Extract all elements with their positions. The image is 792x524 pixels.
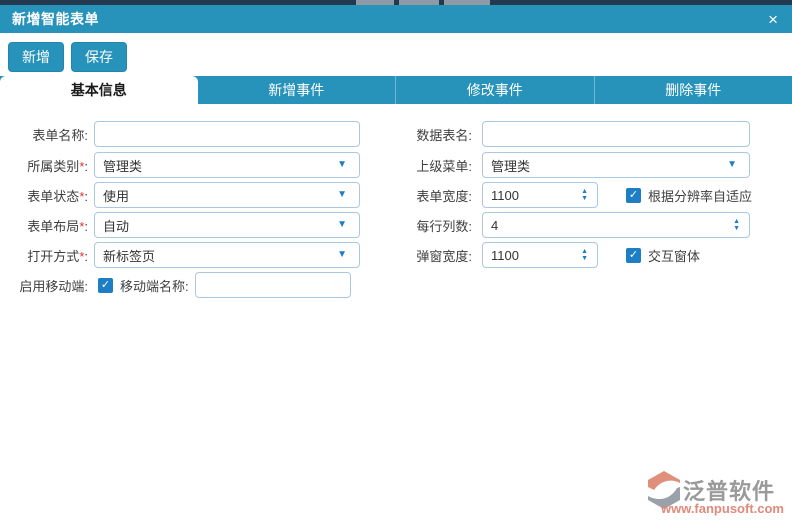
data-table-label: 数据表名: [392,125,472,144]
form-panel: 表单名称: 所属类别*: 管理类 ▼ 表单状态*: 使用 ▼ 表单布局*: 自动… [0,104,792,524]
chevron-down-icon: ▼ [337,160,347,170]
form-name-field: 表单名称: [0,121,360,147]
enable-mobile-label: 启用移动端: [0,276,88,295]
enable-mobile-field: 启用移动端: ✓ 移动端名称: [0,272,351,298]
enable-mobile-checkbox[interactable]: ✓ [98,278,113,293]
spin-up-icon[interactable]: ▲ [581,188,588,195]
form-name-input-wrap [94,121,360,147]
auto-fit-checkbox[interactable]: ✓ [626,188,641,203]
background-page-edge [0,0,792,5]
tab-add-event[interactable]: 新增事件 [198,76,397,104]
auto-fit-label: 根据分辨率自适应 [648,186,752,205]
form-status-field: 表单状态*: 使用 ▼ [0,182,360,208]
parent-menu-field: 上级菜单: 管理类 ▼ [392,152,750,178]
interactive-window-checkbox[interactable]: ✓ [626,248,641,263]
open-mode-select[interactable]: 新标签页 ▼ [94,242,360,268]
cols-per-row-input[interactable] [483,218,727,233]
tab-delete-event[interactable]: 删除事件 [595,76,792,104]
open-mode-label: 打开方式*: [0,246,88,265]
spin-up-icon[interactable]: ▲ [733,218,740,225]
parent-menu-select-value: 管理类 [491,156,530,175]
category-field: 所属类别*: 管理类 ▼ [0,152,360,178]
spinner[interactable]: ▲ ▼ [733,218,740,232]
form-layout-label: 表单布局*: [0,216,88,235]
popup-width-stepper: ▲ ▼ [482,242,598,268]
spin-down-icon[interactable]: ▼ [733,225,740,232]
mobile-name-input[interactable] [196,278,350,293]
form-layout-field: 表单布局*: 自动 ▼ [0,212,360,238]
category-label: 所属类别*: [0,156,88,175]
parent-menu-select[interactable]: 管理类 ▼ [482,152,750,178]
add-button[interactable]: 新增 [8,42,64,72]
cols-per-row-stepper: ▲ ▼ [482,212,750,238]
check-icon: ✓ [101,278,110,293]
background-tab [356,0,394,5]
chevron-down-icon: ▼ [337,190,347,200]
popup-width-label: 弹窗宽度: [392,246,472,265]
check-icon: ✓ [629,248,638,263]
close-icon[interactable]: × [766,9,780,30]
dialog-title: 新增智能表单 [12,9,99,29]
category-select-value: 管理类 [103,156,142,175]
chevron-down-icon: ▼ [337,250,347,260]
mobile-name-label: 移动端名称: [120,276,189,295]
form-status-select-value: 使用 [103,186,129,205]
form-width-label: 表单宽度: [392,186,472,205]
tab-modify-event[interactable]: 修改事件 [396,76,595,104]
cols-per-row-field: 每行列数: ▲ ▼ [392,212,750,238]
data-table-input-wrap [482,121,750,147]
interactive-window-field: ✓ 交互窗体 [626,242,700,268]
toolbar: 新增 保存 [0,33,792,76]
data-table-field: 数据表名: [392,121,750,147]
spinner[interactable]: ▲ ▼ [581,188,588,202]
form-layout-select[interactable]: 自动 ▼ [94,212,360,238]
fanpu-website-url: www.fanpusoft.com [661,501,784,516]
background-tab [444,0,490,5]
check-icon: ✓ [629,188,638,203]
data-table-input[interactable] [483,127,749,142]
form-layout-select-value: 自动 [103,216,129,235]
auto-fit-field: ✓ 根据分辨率自适应 [626,182,752,208]
chevron-down-icon: ▼ [727,160,737,170]
spin-down-icon[interactable]: ▼ [581,195,588,202]
category-select[interactable]: 管理类 ▼ [94,152,360,178]
form-width-field: 表单宽度: ▲ ▼ [392,182,598,208]
form-name-input[interactable] [95,127,359,142]
open-mode-field: 打开方式*: 新标签页 ▼ [0,242,360,268]
background-tab [399,0,439,5]
fanpu-branding: 泛普软件 www.fanpusoft.com [647,470,784,516]
dialog-titlebar: 新增智能表单 × [0,5,792,33]
spin-up-icon[interactable]: ▲ [581,248,588,255]
popup-width-field: 弹窗宽度: ▲ ▼ [392,242,598,268]
tab-basic-info[interactable]: 基本信息 [0,76,198,104]
open-mode-select-value: 新标签页 [103,246,155,265]
interactive-window-label: 交互窗体 [648,246,700,265]
chevron-down-icon: ▼ [337,220,347,230]
form-status-select[interactable]: 使用 ▼ [94,182,360,208]
parent-menu-label: 上级菜单: [392,156,472,175]
popup-width-input[interactable] [483,248,575,263]
spin-down-icon[interactable]: ▼ [581,255,588,262]
form-width-stepper: ▲ ▼ [482,182,598,208]
mobile-name-input-wrap [195,272,351,298]
spinner[interactable]: ▲ ▼ [581,248,588,262]
screen: 新增智能表单 × 新增 保存 基本信息 新增事件 修改事件 删除事件 表单名称:… [0,0,792,524]
cols-per-row-label: 每行列数: [392,216,472,235]
form-width-input[interactable] [483,188,575,203]
form-status-label: 表单状态*: [0,186,88,205]
save-button[interactable]: 保存 [71,42,127,72]
tab-bar: 基本信息 新增事件 修改事件 删除事件 [0,76,792,104]
form-name-label: 表单名称: [0,125,88,144]
